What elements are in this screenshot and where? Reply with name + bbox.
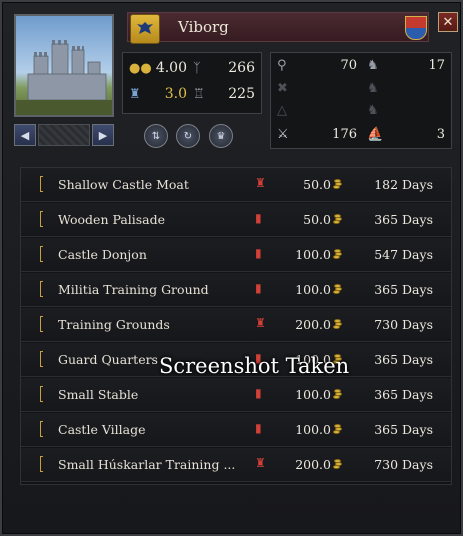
- holding-title: Viborg: [178, 18, 229, 36]
- tower-icon: ♜: [255, 316, 266, 330]
- status-bracket: [40, 351, 43, 367]
- gold-icon: [333, 249, 343, 259]
- barrel-icon: ▮: [255, 281, 262, 295]
- nav-ornament: [38, 124, 90, 146]
- building-name: Small Stable: [58, 387, 139, 402]
- list-item[interactable]: Castle Donjon ▮ 100.0 547 Days: [21, 238, 451, 272]
- building-days: 365 Days: [374, 282, 433, 297]
- list-item[interactable]: Small Húskarlar Training ... ♜ 200.0 730…: [21, 448, 451, 482]
- list-item[interactable]: Training Grounds ♜ 200.0 730 Days: [21, 308, 451, 342]
- barrel-icon: ▮: [255, 211, 262, 225]
- status-bracket: [40, 281, 43, 297]
- upgrade-button[interactable]: ⇅: [144, 124, 168, 148]
- galley-icon: ⛵: [367, 127, 384, 142]
- garrison-icon: ᛉ: [193, 61, 201, 76]
- archers-icon: ✖: [277, 81, 288, 96]
- coat-of-arms-icon[interactable]: [405, 16, 427, 40]
- barrel-icon: ▮: [255, 246, 262, 260]
- title-banner: Viborg: [127, 12, 429, 42]
- building-cost: 50.0: [303, 177, 331, 192]
- list-item[interactable]: Castle Village ▮ 100.0 365 Days: [21, 413, 451, 447]
- building-list: Shallow Castle Moat ♜ 50.0 182 Days Wood…: [20, 167, 452, 485]
- tower-icon: ♜: [255, 456, 266, 470]
- screenshot-notification: Screenshot Taken: [159, 354, 350, 378]
- list-item[interactable]: Small Stable ▮ 100.0 365 Days: [21, 378, 451, 412]
- building-days: 730 Days: [374, 457, 433, 472]
- building-cost: 100.0: [295, 387, 331, 402]
- heavy-infantry-icon: ⚔: [277, 127, 289, 142]
- pikemen-icon: △: [277, 103, 287, 118]
- building-days: 365 Days: [374, 352, 433, 367]
- building-cost: 200.0: [295, 457, 331, 472]
- build-bonus-value: 3.0: [164, 86, 187, 102]
- tax-value: 4.00: [155, 60, 187, 76]
- holding-window: ◀ ▶ Viborg ✕ ●● 4.00 ᛉ 266 ♜ 3.0 ♖ 225 ⇅…: [0, 0, 463, 536]
- next-holding-button[interactable]: ▶: [92, 124, 114, 146]
- levy-icon: ♖: [193, 87, 205, 102]
- building-days: 365 Days: [374, 422, 433, 437]
- horse-archers-icon: ♞: [367, 103, 379, 118]
- garrison-value: 266: [228, 60, 255, 76]
- building-cost: 100.0: [295, 422, 331, 437]
- close-button[interactable]: ✕: [438, 12, 458, 32]
- status-bracket: [40, 316, 43, 332]
- status-bracket: [40, 456, 43, 472]
- gold-icon: [333, 179, 343, 189]
- levy-value: 225: [228, 86, 255, 102]
- status-bracket: [40, 246, 43, 262]
- heavy-infantry-value: 176: [332, 127, 357, 142]
- galleys-value: 3: [436, 127, 445, 142]
- building-name: Guard Quarters: [58, 352, 158, 367]
- knights-icon: ♞: [367, 81, 379, 96]
- light-infantry-icon: ⚲: [277, 58, 287, 73]
- light-infantry-value: 70: [340, 58, 357, 73]
- building-name: Castle Donjon: [58, 247, 147, 262]
- barrel-icon: ▮: [255, 386, 262, 400]
- building-days: 182 Days: [374, 177, 433, 192]
- light-cavalry-value: 17: [428, 58, 445, 73]
- gold-icon: [333, 319, 343, 329]
- holding-nav: ◀ ▶: [14, 124, 114, 148]
- building-cost: 100.0: [295, 282, 331, 297]
- rotate-button[interactable]: ↻: [176, 124, 200, 148]
- building-name: Small Húskarlar Training ...: [58, 457, 236, 472]
- castle-portrait: [14, 14, 114, 117]
- levy-panel: ⚲ 70 ♞ 17 ✖ ♞ △ ♞ ⚔ 176 ⛵ 3: [270, 52, 452, 149]
- building-days: 730 Days: [374, 317, 433, 332]
- light-cavalry-icon: ♞: [367, 58, 379, 73]
- gold-coins-icon: ●●: [129, 61, 152, 76]
- gold-icon: [333, 424, 343, 434]
- list-item[interactable]: Militia Training Ground ▮ 100.0 365 Days: [21, 273, 451, 307]
- building-cost: 50.0: [303, 212, 331, 227]
- gold-icon: [333, 459, 343, 469]
- building-days: 365 Days: [374, 212, 433, 227]
- building-name: Training Grounds: [58, 317, 170, 332]
- gold-icon: [333, 389, 343, 399]
- gold-icon: [333, 214, 343, 224]
- building-cost: 100.0: [295, 247, 331, 262]
- building-name: Militia Training Ground: [58, 282, 209, 297]
- status-bracket: [40, 211, 43, 227]
- eagle-icon[interactable]: [130, 14, 160, 44]
- barrel-icon: ▮: [255, 421, 262, 435]
- building-days: 547 Days: [374, 247, 433, 262]
- building-name: Shallow Castle Moat: [58, 177, 189, 192]
- building-name: Castle Village: [58, 422, 146, 437]
- previous-holding-button[interactable]: ◀: [14, 124, 36, 146]
- building-cost: 200.0: [295, 317, 331, 332]
- status-bracket: [40, 421, 43, 437]
- castle-icon: ♜: [129, 87, 141, 102]
- crown-button[interactable]: ♛: [209, 124, 233, 148]
- building-days: 365 Days: [374, 387, 433, 402]
- status-bracket: [40, 386, 43, 402]
- gold-icon: [333, 284, 343, 294]
- status-bracket: [40, 176, 43, 192]
- list-item[interactable]: Shallow Castle Moat ♜ 50.0 182 Days: [21, 168, 451, 202]
- holding-stats: ●● 4.00 ᛉ 266 ♜ 3.0 ♖ 225: [122, 52, 262, 114]
- building-name: Wooden Palisade: [58, 212, 166, 227]
- tower-icon: ♜: [255, 176, 266, 190]
- list-item[interactable]: Wooden Palisade ▮ 50.0 365 Days: [21, 203, 451, 237]
